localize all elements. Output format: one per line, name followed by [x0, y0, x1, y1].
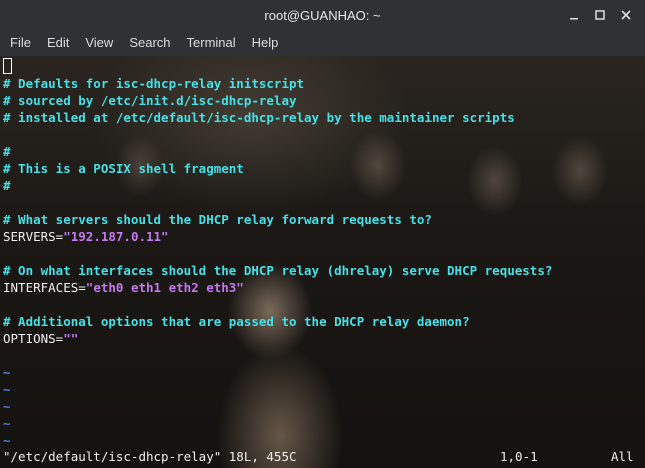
editor-line: # — [3, 178, 11, 193]
status-scroll-percent: All — [611, 449, 634, 464]
options-key: OPTIONS= — [3, 331, 64, 346]
status-line: "/etc/default/isc-dhcp-relay" 18L, 455C … — [0, 448, 645, 465]
options-value: "" — [63, 331, 79, 346]
close-button[interactable] — [613, 4, 639, 26]
editor-line: # This is a POSIX shell fragment — [3, 161, 244, 176]
title-bar[interactable]: root@GUANHAO: ~ — [0, 0, 645, 30]
servers-key: SERVERS= — [3, 229, 64, 244]
text-cursor — [3, 58, 12, 74]
menu-terminal[interactable]: Terminal — [179, 30, 244, 56]
editor-line-interfaces: INTERFACES="eth0 eth1 eth2 eth3" — [3, 279, 244, 296]
menu-edit[interactable]: Edit — [39, 30, 77, 56]
empty-line-marker: ~ — [3, 433, 11, 448]
terminal-window: root@GUANHAO: ~ File Edit View Search Te… — [0, 0, 645, 468]
editor-line-options: OPTIONS="" — [3, 330, 78, 347]
menu-search[interactable]: Search — [121, 30, 178, 56]
empty-line-marker: ~ — [3, 416, 11, 431]
window-controls — [561, 0, 639, 30]
editor-line: # What servers should the DHCP relay for… — [3, 212, 432, 227]
editor-line: # Additional options that are passed to … — [3, 314, 470, 329]
editor-line: # installed at /etc/default/isc-dhcp-rel… — [3, 110, 515, 125]
close-icon — [621, 10, 631, 20]
status-file-info: "/etc/default/isc-dhcp-relay" 18L, 455C — [3, 449, 297, 464]
minimize-icon — [570, 18, 578, 20]
maximize-icon — [595, 10, 605, 20]
interfaces-value: "eth0 eth1 eth2 eth3" — [85, 280, 244, 295]
servers-value: "192.187.0.11" — [63, 229, 169, 244]
editor-line: # — [3, 144, 11, 159]
interfaces-key: INTERFACES= — [3, 280, 86, 295]
minimize-button[interactable] — [561, 4, 587, 26]
window-title: root@GUANHAO: ~ — [264, 7, 381, 23]
empty-line-marker: ~ — [3, 382, 11, 397]
editor-line: # On what interfaces should the DHCP rel… — [3, 263, 553, 278]
empty-line-marker: ~ — [3, 399, 11, 414]
editor-line: # sourced by /etc/init.d/isc-dhcp-relay — [3, 93, 297, 108]
empty-line-marker: ~ — [3, 365, 11, 380]
terminal-area[interactable]: # Defaults for isc-dhcp-relay initscript… — [0, 56, 645, 468]
menu-bar: File Edit View Search Terminal Help — [0, 30, 645, 56]
status-cursor-position: 1,0-1 — [500, 449, 538, 464]
menu-file[interactable]: File — [2, 30, 39, 56]
menu-view[interactable]: View — [77, 30, 121, 56]
menu-help[interactable]: Help — [244, 30, 287, 56]
editor-line: # Defaults for isc-dhcp-relay initscript — [3, 76, 305, 91]
editor-line-servers: SERVERS="192.187.0.11" — [3, 228, 169, 245]
maximize-button[interactable] — [587, 4, 613, 26]
